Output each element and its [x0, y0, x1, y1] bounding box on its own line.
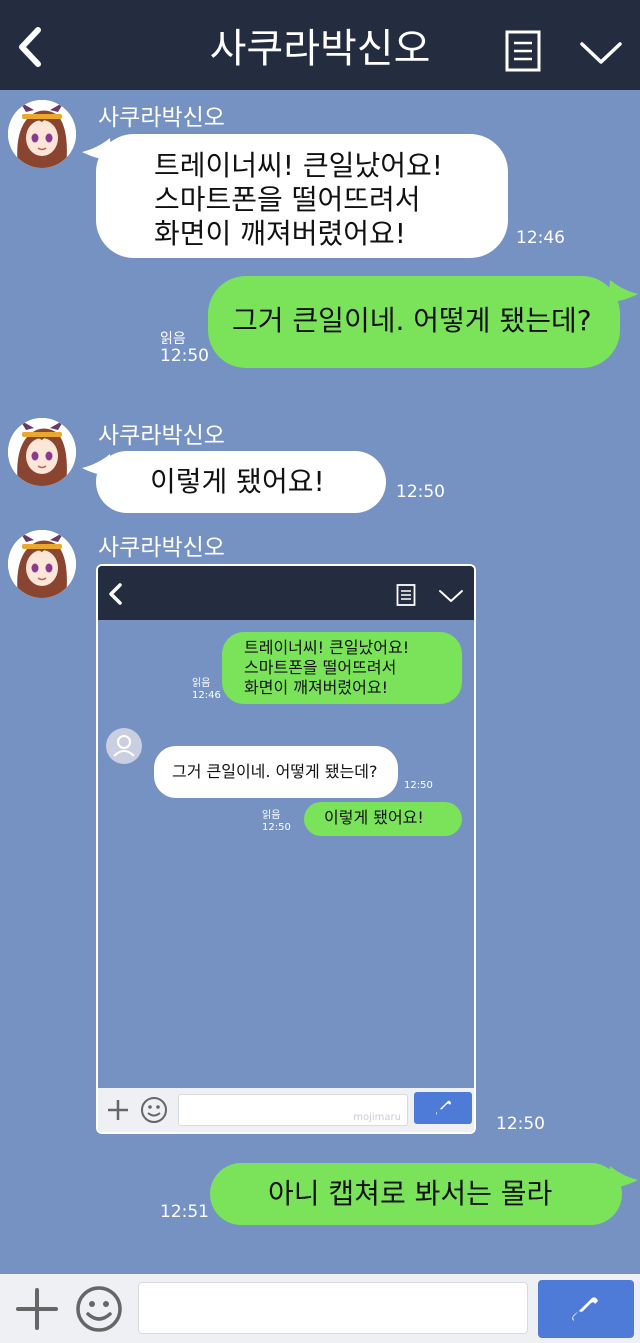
watermark: mojimaru: [353, 1112, 401, 1123]
message-text: 이렇게 됐어요!: [150, 465, 325, 498]
screenshot-header: [98, 566, 474, 620]
avatar-image-icon: [8, 100, 76, 168]
menu-button[interactable]: [504, 30, 544, 72]
bubble-tail-icon: [608, 1166, 638, 1188]
message-time: 12:50: [496, 1114, 545, 1134]
chevron-left-icon: [109, 583, 122, 605]
sender-name: 사쿠라박신오: [98, 423, 225, 449]
chevron-down-icon: [580, 42, 622, 64]
message-time: 12:50: [262, 822, 291, 833]
message-time: 12:50: [396, 482, 445, 502]
chevron-down-icon: [439, 590, 463, 602]
screenshot-input-bar: mojimaru: [98, 1088, 474, 1132]
screenshot-image[interactable]: 읽음 12:46 트레이너씨! 큰일났어요! 스마트폰을 떨어뜨려서 화면이 깨…: [96, 564, 476, 1134]
message-bubble[interactable]: 아니 캡쳐로 봐서는 몰라: [210, 1163, 622, 1225]
message-time: 12:46: [516, 228, 565, 248]
chat-header: 사쿠라박신오: [0, 0, 640, 90]
send-button: [414, 1092, 472, 1124]
message-bubble: 트레이너씨! 큰일났어요! 스마트폰을 떨어뜨려서 화면이 깨져버렸어요!: [222, 632, 462, 704]
read-status: 읽음: [192, 678, 211, 689]
message-text: 그거 큰일이네. 어떻게 됐는데?: [172, 762, 378, 781]
user-icon: [113, 735, 135, 757]
message-time: 12:46: [192, 690, 221, 701]
avatar[interactable]: [8, 418, 76, 486]
read-status: 읽음: [160, 331, 186, 347]
sender-name: 사쿠라박신오: [98, 105, 225, 131]
read-status: 읽음: [262, 810, 281, 821]
message-input-bar: [0, 1274, 640, 1343]
message-text: 트레이너씨! 큰일났어요! 스마트폰을 떨어뜨려서 화면이 깨져버렸어요!: [154, 149, 443, 250]
phone-icon: [436, 1100, 451, 1115]
bubble-tail-icon: [608, 280, 638, 302]
avatar[interactable]: [8, 100, 76, 168]
plus-icon: [108, 1100, 128, 1120]
avatar-image-icon: [8, 530, 76, 598]
message-time: 12:50: [160, 346, 209, 366]
emoji-button[interactable]: [74, 1284, 124, 1334]
message-bubble[interactable]: 이렇게 됐어요!: [96, 451, 386, 513]
menu-icon: [396, 584, 416, 606]
send-button[interactable]: [538, 1280, 634, 1338]
message-bubble: 그거 큰일이네. 어떻게 됐는데?: [154, 746, 398, 798]
collapse-button[interactable]: [578, 38, 624, 68]
phone-icon: [572, 1297, 598, 1321]
message-bubble[interactable]: 트레이너씨! 큰일났어요! 스마트폰을 떨어뜨려서 화면이 깨져버렸어요!: [96, 134, 508, 258]
avatar-image-icon: [8, 418, 76, 486]
message-time: 12:50: [404, 780, 433, 791]
plus-icon: [16, 1288, 58, 1330]
emoji-icon: [76, 1286, 122, 1332]
message-bubble[interactable]: 그거 큰일이네. 어떻게 됐는데?: [208, 276, 620, 368]
add-button[interactable]: [14, 1286, 60, 1332]
message-bubble: 이렇게 됐어요!: [304, 802, 462, 836]
message-time: 12:51: [160, 1202, 209, 1222]
message-text: 이렇게 됐어요!: [324, 808, 424, 827]
menu-icon: [505, 30, 541, 72]
emoji-icon: [141, 1097, 167, 1123]
sender-name: 사쿠라박신오: [98, 535, 225, 561]
text-input: mojimaru: [178, 1094, 408, 1126]
avatar[interactable]: [8, 530, 76, 598]
message-text: 그거 큰일이네. 어떻게 됐는데?: [232, 304, 592, 337]
message-text: 아니 캡쳐로 봐서는 몰라: [268, 1177, 553, 1210]
avatar: [106, 728, 142, 764]
message-text: 트레이너씨! 큰일났어요! 스마트폰을 떨어뜨려서 화면이 깨져버렸어요!: [244, 638, 410, 697]
chat-title: 사쿠라박신오: [209, 26, 431, 72]
message-input[interactable]: [138, 1282, 528, 1334]
